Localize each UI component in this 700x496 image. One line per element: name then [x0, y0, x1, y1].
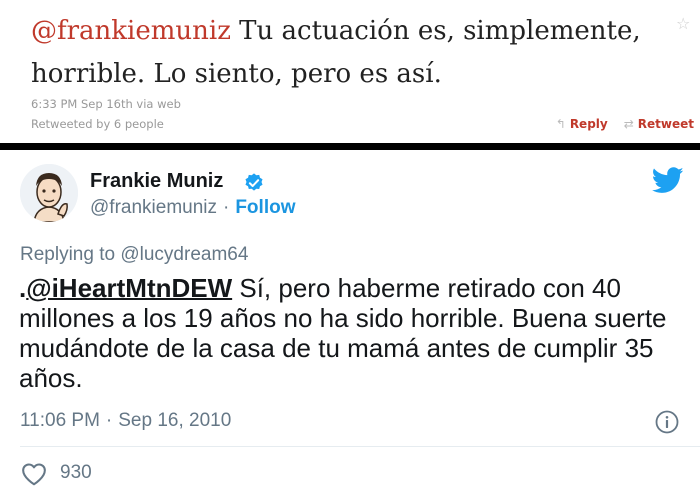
new-tweet: Frankie Muniz @frankiemuniz · Follow Rep… — [0, 150, 700, 496]
author-name[interactable]: Frankie Muniz — [90, 170, 223, 193]
old-tweet-timestamp[interactable]: 6:33 PM Sep 16th via web — [31, 97, 181, 111]
avatar-illustration — [20, 164, 78, 222]
author-handle[interactable]: @frankiemuniz — [90, 197, 217, 219]
old-tweet-retweet-count[interactable]: Retweeted by 6 people — [31, 117, 164, 131]
like-count[interactable]: 930 — [60, 462, 92, 484]
handle-separator: · — [223, 197, 230, 218]
old-tweet-text: @frankiemuniz Tu actuación es, simplemen… — [31, 10, 671, 96]
reply-to-handle[interactable]: @lucydream64 — [120, 244, 248, 265]
author-handle-row: @frankiemuniz · Follow — [90, 197, 295, 219]
twitter-bird-icon[interactable] — [652, 167, 684, 194]
reply-icon: ↰ — [555, 117, 566, 131]
retweet-icon: ⇄ — [623, 117, 634, 131]
info-icon[interactable] — [655, 410, 679, 434]
tweet-time: 11:06 PM — [20, 410, 100, 431]
separator-line — [20, 446, 700, 447]
old-tweet: @frankiemuniz Tu actuación es, simplemen… — [0, 0, 700, 146]
heart-icon[interactable] — [21, 462, 47, 486]
tweet-date: Sep 16, 2010 — [118, 410, 232, 431]
reply-label: Reply — [569, 117, 608, 131]
old-tweet-mention[interactable]: @frankiemuniz — [31, 16, 231, 46]
body-mention[interactable]: @iHeartMtnDEW — [26, 273, 232, 303]
image-divider — [0, 143, 700, 150]
timestamp-separator: · — [105, 410, 113, 431]
old-tweet-actions: ↰ Reply ⇄ Retweet — [556, 117, 694, 131]
reply-context: Replying to @lucydream64 — [20, 244, 248, 266]
timestamp-row[interactable]: 11:06 PM · Sep 16, 2010 — [20, 410, 231, 432]
star-icon[interactable]: ☆ — [676, 14, 690, 33]
avatar[interactable] — [20, 164, 78, 222]
reply-button[interactable]: ↰ Reply — [556, 117, 608, 131]
retweet-button[interactable]: ⇄ Retweet — [624, 117, 694, 131]
tweet-body: .@iHeartMtnDEW Sí, pero haberme retirado… — [19, 273, 684, 393]
verified-badge-icon — [245, 173, 263, 191]
retweet-label: Retweet — [637, 117, 694, 131]
follow-button[interactable]: Follow — [235, 197, 295, 219]
reply-prefix: Replying to — [20, 244, 116, 265]
